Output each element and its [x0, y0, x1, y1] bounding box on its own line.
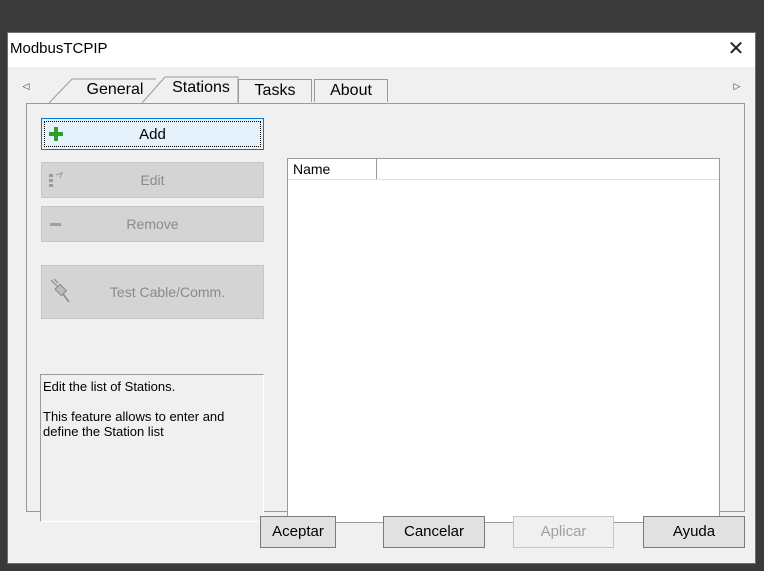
tab-general[interactable]: General [80, 79, 150, 102]
cancel-button[interactable]: Cancelar [383, 516, 485, 548]
description-box: Edit the list of Stations. This feature … [40, 374, 264, 522]
tab-strip: General Stations Tasks About [8, 73, 755, 104]
description-line2: This feature allows to enter and define … [43, 409, 225, 439]
column-name[interactable]: Name [288, 159, 377, 179]
tab-about[interactable]: About [314, 79, 388, 102]
close-icon[interactable]: ✕ [723, 35, 749, 63]
tab-stations[interactable]: Stations [165, 77, 237, 100]
stations-panel: Add Edit Remove Test Cable/Comm. Edit th… [26, 103, 745, 523]
accept-button[interactable]: Aceptar [260, 516, 336, 548]
column-empty[interactable] [377, 159, 721, 179]
list-header: Name [288, 159, 719, 180]
edit-button[interactable]: Edit [41, 162, 264, 198]
modbus-dialog: ModbusTCPIP ✕ ◁ ▷ General Stations Tasks… [7, 32, 756, 564]
remove-button-label: Remove [126, 216, 179, 232]
help-button[interactable]: Ayuda [643, 516, 745, 548]
description-line1: Edit the list of Stations. [43, 379, 176, 394]
test-cable-button[interactable]: Test Cable/Comm. [41, 265, 264, 319]
stations-list[interactable]: Name [287, 158, 720, 523]
add-button[interactable]: Add [41, 118, 264, 150]
remove-button[interactable]: Remove [41, 206, 264, 242]
apply-button[interactable]: Aplicar [513, 516, 614, 548]
test-cable-button-label: Test Cable/Comm. [109, 284, 226, 300]
add-button-label: Add [139, 126, 166, 143]
edit-button-label: Edit [140, 172, 165, 188]
cable-plug-icon [50, 278, 70, 303]
title-bar: ModbusTCPIP ✕ [8, 33, 755, 67]
window-title: ModbusTCPIP [10, 40, 108, 57]
tab-tasks[interactable]: Tasks [238, 79, 312, 102]
